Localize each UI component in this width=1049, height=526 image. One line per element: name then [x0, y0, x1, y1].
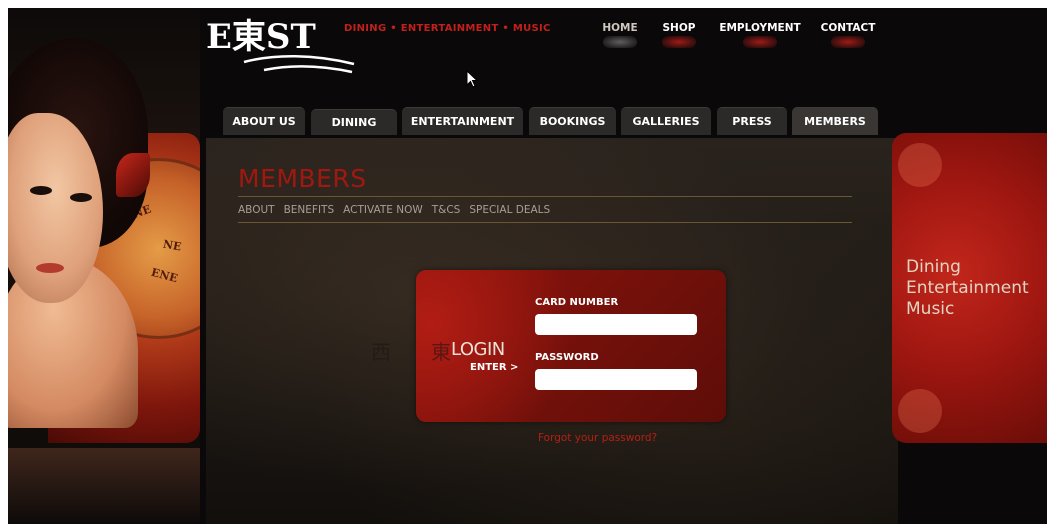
divider [238, 196, 852, 197]
nav-tab-press[interactable]: PRESS [717, 107, 787, 135]
compass-label: NE [162, 237, 183, 254]
divider [238, 222, 852, 223]
right-panel-line: Entertainment [906, 278, 1029, 298]
subnav-activate-now[interactable]: ACTIVATE NOW [343, 204, 423, 220]
nav-tab-galleries[interactable]: GALLERIES [621, 107, 711, 135]
nav-tab-dining[interactable]: DINING [311, 109, 397, 135]
topnav-shop[interactable]: SHOP [660, 22, 698, 56]
password-input[interactable] [535, 369, 697, 390]
east-logo[interactable]: E東ST [204, 10, 364, 80]
topnav-label: HOME [602, 22, 638, 34]
left-reflection [8, 448, 200, 524]
left-decorative-panel: NNE NE ENE [8, 8, 200, 524]
swirl-ornament-icon [603, 36, 637, 48]
topnav-label: CONTACT [820, 22, 876, 34]
topnav-home[interactable]: HOME [601, 22, 639, 56]
swirl-ornament-icon [743, 36, 777, 48]
topnav-label: SHOP [662, 22, 696, 34]
seal-icon [898, 143, 942, 187]
kanji-decoration: 東 [431, 340, 451, 364]
topnav-contact[interactable]: CONTACT [818, 22, 878, 56]
forgot-password-link[interactable]: Forgot your password? [538, 432, 657, 444]
swirl-ornament-icon [831, 36, 865, 48]
card-number-input[interactable] [535, 314, 697, 335]
butterfly-icon [116, 153, 150, 197]
enter-button[interactable]: ENTER > [470, 362, 518, 373]
seal-icon [898, 389, 942, 433]
kanji-decoration: 西 [371, 340, 391, 364]
subnav-tcs[interactable]: T&CS [432, 204, 461, 220]
compass-label: ENE [149, 265, 180, 286]
right-panel-line: Dining [906, 257, 961, 277]
page-title: MEMBERS [238, 164, 367, 193]
right-panel-text: Dining Entertainment Music [906, 257, 1029, 320]
topnav-label: EMPLOYMENT [719, 22, 801, 34]
topnav-employment[interactable]: EMPLOYMENT [719, 22, 801, 56]
login-title: LOGIN [451, 339, 505, 360]
nav-tab-entertainment[interactable]: ENTERTAINMENT [402, 107, 523, 135]
swirl-ornament-icon [662, 36, 696, 48]
eye [30, 186, 52, 195]
members-subnav: ABOUT BENEFITS ACTIVATE NOW T&CS SPECIAL… [238, 204, 550, 220]
card-number-label: CARD NUMBER [535, 297, 619, 308]
mouse-cursor-icon [466, 70, 479, 88]
nav-tab-bookings[interactable]: BOOKINGS [529, 107, 616, 135]
nav-tab-about-us[interactable]: ABOUT US [223, 107, 305, 135]
logo-text: E東ST [206, 17, 316, 57]
password-label: PASSWORD [535, 352, 599, 363]
eye [70, 193, 92, 202]
subnav-benefits[interactable]: BENEFITS [284, 204, 335, 220]
nav-tab-members[interactable]: MEMBERS [792, 107, 878, 135]
subnav-special-deals[interactable]: SPECIAL DEALS [469, 204, 550, 220]
lips [36, 263, 64, 273]
subnav-about[interactable]: ABOUT [238, 204, 275, 220]
tagline: DINING • ENTERTAINMENT • MUSIC [344, 23, 551, 34]
right-panel-line: Music [906, 299, 955, 319]
